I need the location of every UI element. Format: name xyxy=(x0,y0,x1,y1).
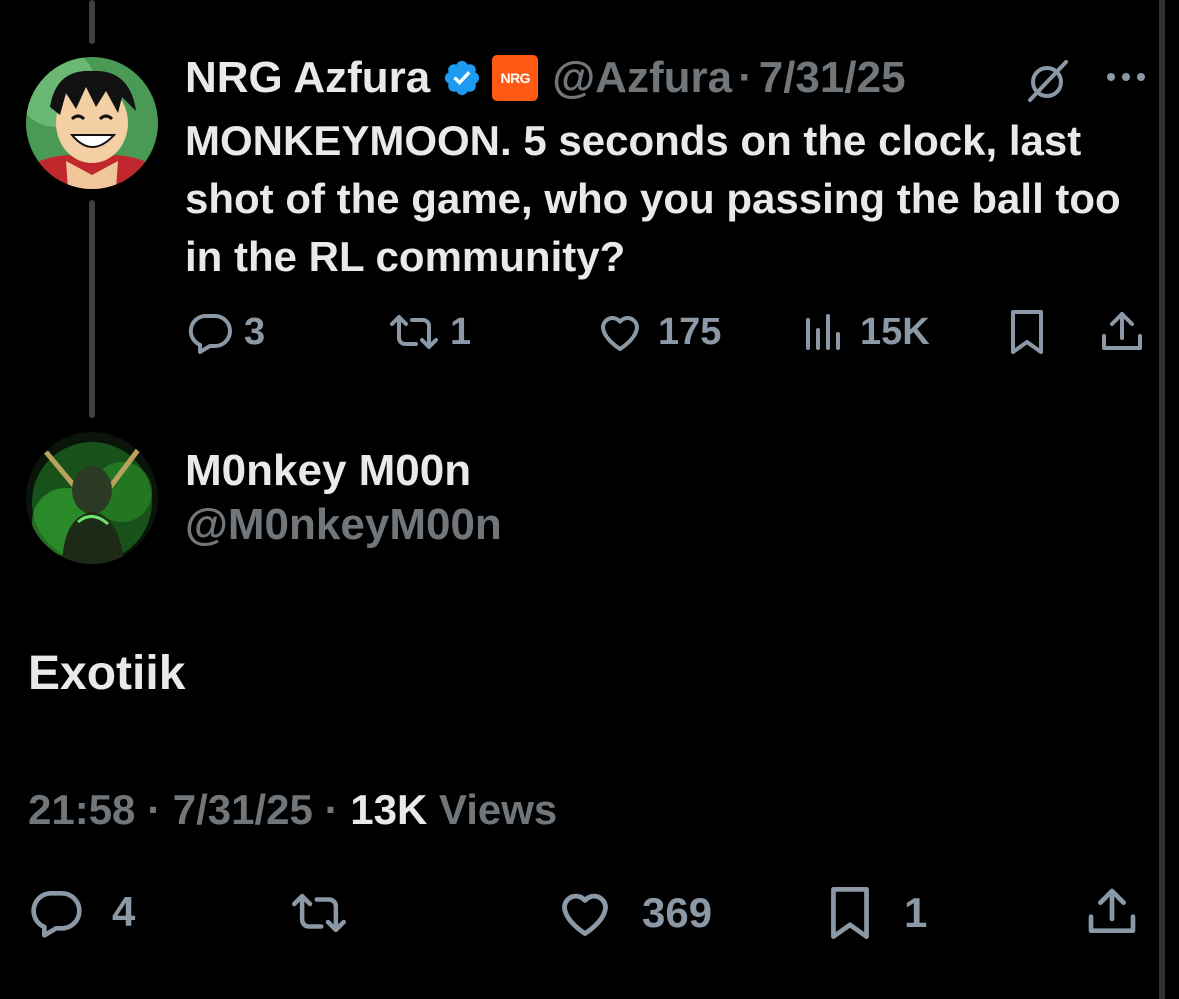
reply-icon xyxy=(28,884,84,940)
nrg-affiliate-badge[interactable]: NRG xyxy=(492,55,539,101)
share-icon xyxy=(1098,308,1146,356)
tweet-views-label: Views xyxy=(438,786,558,833)
separator-dot: · xyxy=(324,786,339,833)
avatar-m0nkey-m00n[interactable] xyxy=(26,432,158,564)
bookmark-icon xyxy=(824,884,876,942)
quoted-views-button[interactable]: 15K xyxy=(800,308,930,356)
share-icon xyxy=(1084,884,1140,940)
reply-tweet-text: Exotiik xyxy=(28,647,186,700)
reply-display-name[interactable]: M0nkey M00n xyxy=(185,446,471,496)
repost-icon xyxy=(386,308,442,356)
like-button[interactable]: 369 xyxy=(556,884,712,942)
like-icon xyxy=(556,884,614,942)
verified-badge-icon xyxy=(442,58,482,98)
views-icon xyxy=(800,308,848,356)
reply-icon xyxy=(186,308,234,356)
quoted-repost-count: 1 xyxy=(450,310,472,353)
bookmark-count: 1 xyxy=(904,889,928,936)
quoted-tweet-header: NRG Azfura NRG @Azfura · 7/31/25 xyxy=(185,50,906,106)
quoted-display-name[interactable]: NRG Azfura xyxy=(185,53,430,103)
like-icon xyxy=(596,308,644,356)
quoted-date[interactable]: 7/31/25 xyxy=(759,53,906,103)
reply-handle[interactable]: @M0nkeyM00n xyxy=(185,500,502,550)
quoted-like-button[interactable]: 175 xyxy=(596,308,721,356)
more-icon[interactable] xyxy=(1104,70,1148,84)
bookmark-icon xyxy=(1004,308,1050,356)
quoted-reply-button[interactable]: 3 xyxy=(186,308,265,356)
tweet-meta: 21:58 · 7/31/25 · 13K Views xyxy=(28,786,557,834)
like-count: 369 xyxy=(642,889,713,936)
tweet-date[interactable]: 7/31/25 xyxy=(173,786,313,833)
tweet-view-count: 13K xyxy=(350,786,428,833)
separator-dot: · xyxy=(147,786,162,833)
quoted-bookmark-button[interactable] xyxy=(1004,308,1050,356)
thread-line-middle xyxy=(89,200,95,418)
avatar-image xyxy=(26,57,158,189)
avatar-image xyxy=(26,432,158,564)
quoted-like-count: 175 xyxy=(658,310,722,353)
reply-button[interactable]: 4 xyxy=(28,884,135,940)
repost-button[interactable] xyxy=(286,886,352,940)
quoted-share-button[interactable] xyxy=(1098,308,1146,356)
repost-icon xyxy=(286,886,352,940)
avatar-nrg-azfura[interactable] xyxy=(26,57,158,189)
share-button[interactable] xyxy=(1084,884,1140,940)
reply-count: 4 xyxy=(112,888,136,935)
quoted-view-count: 15K xyxy=(860,310,930,353)
bookmark-button[interactable]: 1 xyxy=(824,884,927,942)
grok-icon[interactable] xyxy=(1022,56,1072,106)
separator-dot: · xyxy=(738,53,753,102)
tweet-time[interactable]: 21:58 xyxy=(28,786,135,833)
quoted-repost-button[interactable]: 1 xyxy=(386,308,471,356)
quoted-tweet-text: MONKEYMOON. 5 seconds on the clock, last… xyxy=(185,117,1121,280)
scrollbar[interactable] xyxy=(1159,0,1165,999)
thread-line-top xyxy=(89,0,95,44)
quoted-handle[interactable]: @Azfura xyxy=(552,53,732,103)
quoted-reply-count: 3 xyxy=(244,310,266,353)
